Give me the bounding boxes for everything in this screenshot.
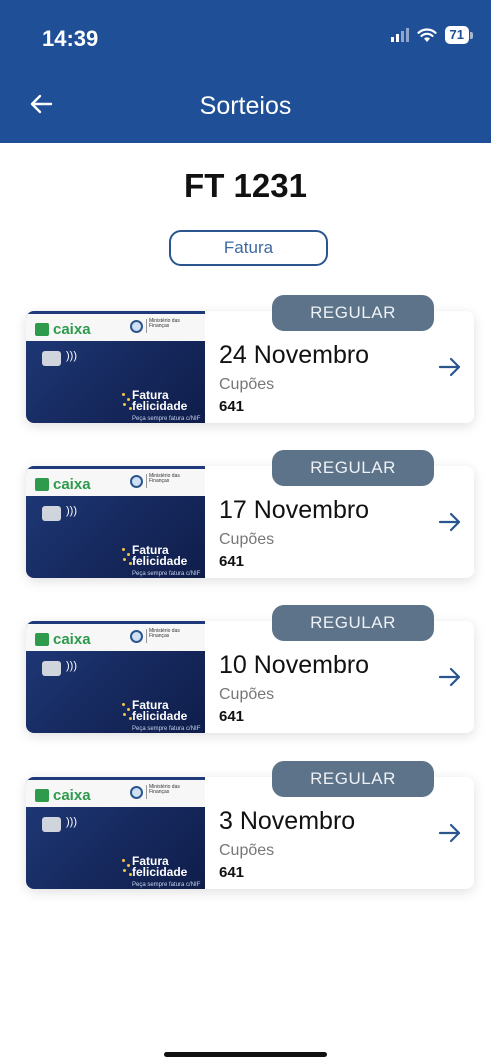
coupons-label: Cupões <box>219 531 275 548</box>
battery-level: 71 <box>444 26 469 44</box>
ministry-logo: Ministério das Finanças <box>130 319 189 333</box>
card-image: caixa Ministério das Finanças ))) Fatura… <box>26 466 205 578</box>
caixa-logo: caixa <box>35 321 91 338</box>
status-time: 14:39 <box>42 26 99 51</box>
arrow-right-icon[interactable] <box>438 665 462 689</box>
chip-icon <box>42 351 61 366</box>
draw-card[interactable]: caixa Ministério das Finanças ))) Fatura… <box>26 605 474 733</box>
app-header: 14:39 71 Sorteios <box>0 0 491 143</box>
draw-card[interactable]: caixa Ministério das Finanças ))) Fatura… <box>26 450 474 578</box>
card-image: caixa Ministério das Finanças ))) Fatura… <box>26 311 205 423</box>
chip-icon <box>42 661 61 676</box>
caixa-logo: caixa <box>35 631 91 648</box>
contactless-icon: ))) <box>66 816 77 828</box>
caixa-logo: caixa <box>35 787 91 804</box>
arrow-right-icon[interactable] <box>438 821 462 845</box>
draw-type-badge: REGULAR <box>272 605 434 641</box>
coupons-label: Cupões <box>219 842 275 859</box>
contactless-icon: ))) <box>66 660 77 672</box>
card-image: caixa Ministério das Finanças ))) Fatura… <box>26 621 205 733</box>
coupons-label: Cupões <box>219 376 275 393</box>
coupons-label: Cupões <box>219 686 275 703</box>
draw-date: 17 Novembro <box>219 496 370 524</box>
caixa-logo: caixa <box>35 476 91 493</box>
draw-card[interactable]: caixa Ministério das Finanças ))) Fatura… <box>26 761 474 889</box>
fatura-felicidade-logo: Fatura felicidade Peça sempre fatura c/NIF <box>132 543 201 577</box>
coupons-count: 641 <box>219 553 245 570</box>
battery-icon: 71 <box>444 26 473 44</box>
coupons-count: 641 <box>219 398 245 415</box>
coupons-count: 641 <box>219 864 245 881</box>
arrow-right-icon[interactable] <box>438 355 462 379</box>
invoice-title: FT 1231 <box>184 167 307 204</box>
chip-icon <box>42 817 61 832</box>
home-indicator <box>164 1052 327 1057</box>
ministry-logo: Ministério das Finanças <box>130 785 189 799</box>
page-title: Sorteios <box>199 92 292 120</box>
chip-icon <box>42 506 61 521</box>
fatura-felicidade-logo: Fatura felicidade Peça sempre fatura c/NIF <box>132 698 201 732</box>
signal-icon <box>390 28 409 42</box>
draw-type-badge: REGULAR <box>272 295 434 331</box>
status-icons: 71 <box>390 26 473 44</box>
wifi-icon <box>416 27 437 42</box>
draw-type-badge: REGULAR <box>272 761 434 797</box>
fatura-felicidade-logo: Fatura felicidade Peça sempre fatura c/NIF <box>132 854 201 888</box>
draw-date: 3 Novembro <box>219 807 356 835</box>
ministry-logo: Ministério das Finanças <box>130 629 189 643</box>
draw-card[interactable]: caixa Ministério das Finanças ))) Fatura… <box>26 295 474 423</box>
arrow-right-icon[interactable] <box>438 510 462 534</box>
draw-date: 24 Novembro <box>219 341 370 369</box>
coupons-count: 641 <box>219 708 245 725</box>
contactless-icon: ))) <box>66 350 77 362</box>
fatura-button[interactable]: Fatura <box>169 230 328 266</box>
card-image: caixa Ministério das Finanças ))) Fatura… <box>26 777 205 889</box>
contactless-icon: ))) <box>66 505 77 517</box>
fatura-felicidade-logo: Fatura felicidade Peça sempre fatura c/NIF <box>132 388 201 422</box>
ministry-logo: Ministério das Finanças <box>130 474 189 488</box>
draw-type-badge: REGULAR <box>272 450 434 486</box>
draw-date: 10 Novembro <box>219 651 370 679</box>
